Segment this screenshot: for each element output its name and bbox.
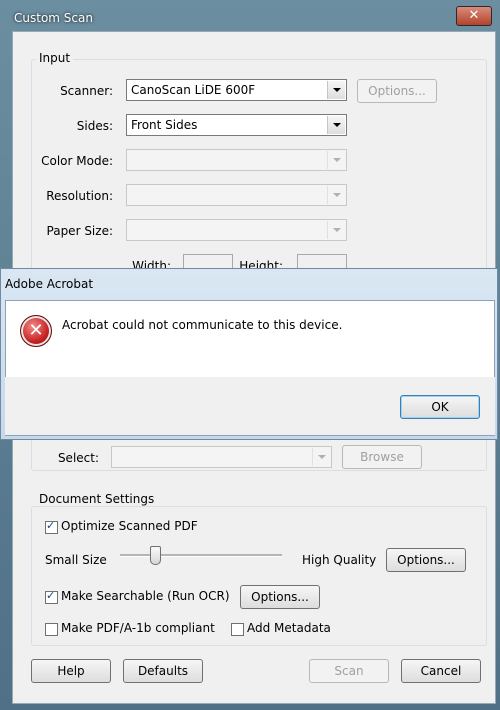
pdfa-checkbox[interactable] [45,623,58,636]
optimize-label: Optimize Scanned PDF [61,519,198,533]
output-select[interactable] [111,446,332,468]
sides-label: Sides: [76,119,113,133]
select-label: Select: [57,451,99,465]
input-group-title: Input [36,51,74,65]
error-alert-dialog: Adobe Acrobat ✕ Acrobat could not commun… [0,268,498,440]
chevron-down-icon [327,186,345,204]
scanner-label: Scanner: [60,84,113,98]
color-mode-select[interactable] [126,149,347,171]
close-button[interactable]: ✕ [456,6,492,26]
defaults-button[interactable]: Defaults [123,659,203,683]
error-icon: ✕ [20,315,52,347]
chevron-down-icon [327,116,345,134]
chevron-down-icon [327,221,345,239]
scanner-select[interactable]: CanoScan LiDE 600F [126,79,347,101]
small-size-label: Small Size [45,553,107,567]
document-settings-title: Document Settings [36,492,158,506]
window-title: Custom Scan [14,11,93,25]
pdfa-label: Make PDF/A-1b compliant [61,621,215,635]
quality-slider-thumb[interactable] [150,546,161,565]
chevron-down-icon [312,448,330,466]
optimize-checkbox[interactable] [45,519,58,534]
chevron-down-icon [327,81,345,99]
scanner-options-button[interactable]: Options... [357,79,437,103]
alert-title: Adobe Acrobat [5,277,94,291]
scan-button[interactable]: Scan [309,659,389,683]
browse-button[interactable]: Browse [342,445,422,469]
sides-select[interactable]: Front Sides [126,114,347,136]
paper-size-select[interactable] [126,219,347,241]
searchable-checkbox[interactable] [45,589,58,604]
metadata-checkbox[interactable] [231,623,244,636]
metadata-label: Add Metadata [247,621,331,635]
alert-message: Acrobat could not communicate to this de… [62,318,343,332]
help-button[interactable]: Help [31,659,111,683]
resolution-select[interactable] [126,184,347,206]
searchable-label: Make Searchable (Run OCR) [61,589,230,603]
ok-button[interactable]: OK [400,395,480,419]
quality-slider-track[interactable] [120,554,282,557]
chevron-down-icon [327,151,345,169]
high-quality-label: High Quality [302,553,377,567]
sides-value: Front Sides [131,118,198,132]
scanner-value: CanoScan LiDE 600F [131,83,256,97]
ocr-options-button[interactable]: Options... [240,585,320,609]
cancel-button[interactable]: Cancel [401,659,481,683]
resolution-label: Resolution: [46,189,113,203]
error-x-glyph: ✕ [28,320,44,341]
paper-size-label: Paper Size: [46,224,113,238]
optimize-options-button[interactable]: Options... [386,548,466,572]
color-mode-label: Color Mode: [41,154,113,168]
